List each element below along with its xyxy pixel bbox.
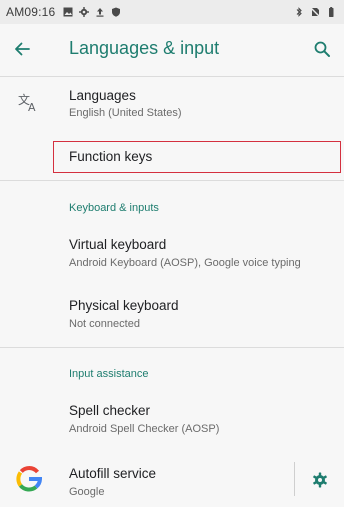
physical-keyboard-row[interactable]: Physical keyboard Not connected <box>0 288 344 342</box>
virtual-keyboard-row[interactable]: Virtual keyboard Android Keyboard (AOSP)… <box>0 228 344 282</box>
function-keys-highlight <box>53 141 341 173</box>
status-bar: AM09:16 <box>0 0 344 24</box>
spell-checker-subtitle: Android Spell Checker (AOSP) <box>69 423 220 435</box>
section-header-keyboard: Keyboard & inputs <box>69 202 159 214</box>
gear-icon <box>313 472 327 488</box>
app-bar: Languages & input <box>0 24 344 74</box>
spell-checker-row[interactable]: Spell checker Android Spell Checker (AOS… <box>0 394 344 446</box>
languages-title: Languages <box>69 88 136 103</box>
status-left-icons <box>63 7 121 17</box>
battery-icon <box>329 7 334 17</box>
spell-checker-title: Spell checker <box>69 403 151 418</box>
languages-row[interactable]: 文 A Languages English (United States) <box>0 77 344 134</box>
upload-icon <box>96 8 104 17</box>
virtual-keyboard-subtitle: Android Keyboard (AOSP), Google voice ty… <box>69 257 301 269</box>
shield-icon <box>112 7 121 17</box>
page-title: Languages & input <box>69 38 220 58</box>
autofill-subtitle: Google <box>69 486 105 498</box>
autofill-separator <box>294 462 295 496</box>
section-header-assistance: Input assistance <box>69 368 149 380</box>
languages-subtitle: English (United States) <box>69 107 182 119</box>
status-time: AM09:16 <box>6 5 56 19</box>
physical-keyboard-subtitle: Not connected <box>69 318 140 330</box>
arrow-back-icon <box>15 42 30 56</box>
svg-text:A: A <box>28 101 36 113</box>
section-divider-2 <box>0 347 344 348</box>
section-divider-1 <box>0 180 344 181</box>
gallery-icon <box>63 7 73 17</box>
google-g-icon <box>16 466 42 492</box>
autofill-service-row[interactable]: Autofill service Google <box>0 454 290 504</box>
translate-icon: 文 A <box>18 92 36 113</box>
virtual-keyboard-title: Virtual keyboard <box>69 237 167 252</box>
status-right-icons <box>294 7 336 17</box>
search-button[interactable] <box>308 35 336 63</box>
no-sim-icon <box>310 7 320 17</box>
settings-gear-icon <box>79 7 90 17</box>
back-button[interactable] <box>8 35 36 63</box>
physical-keyboard-title: Physical keyboard <box>69 298 179 313</box>
autofill-settings-button[interactable] <box>310 470 330 490</box>
bluetooth-icon <box>296 7 302 17</box>
search-icon <box>314 41 330 57</box>
autofill-title: Autofill service <box>69 466 157 481</box>
